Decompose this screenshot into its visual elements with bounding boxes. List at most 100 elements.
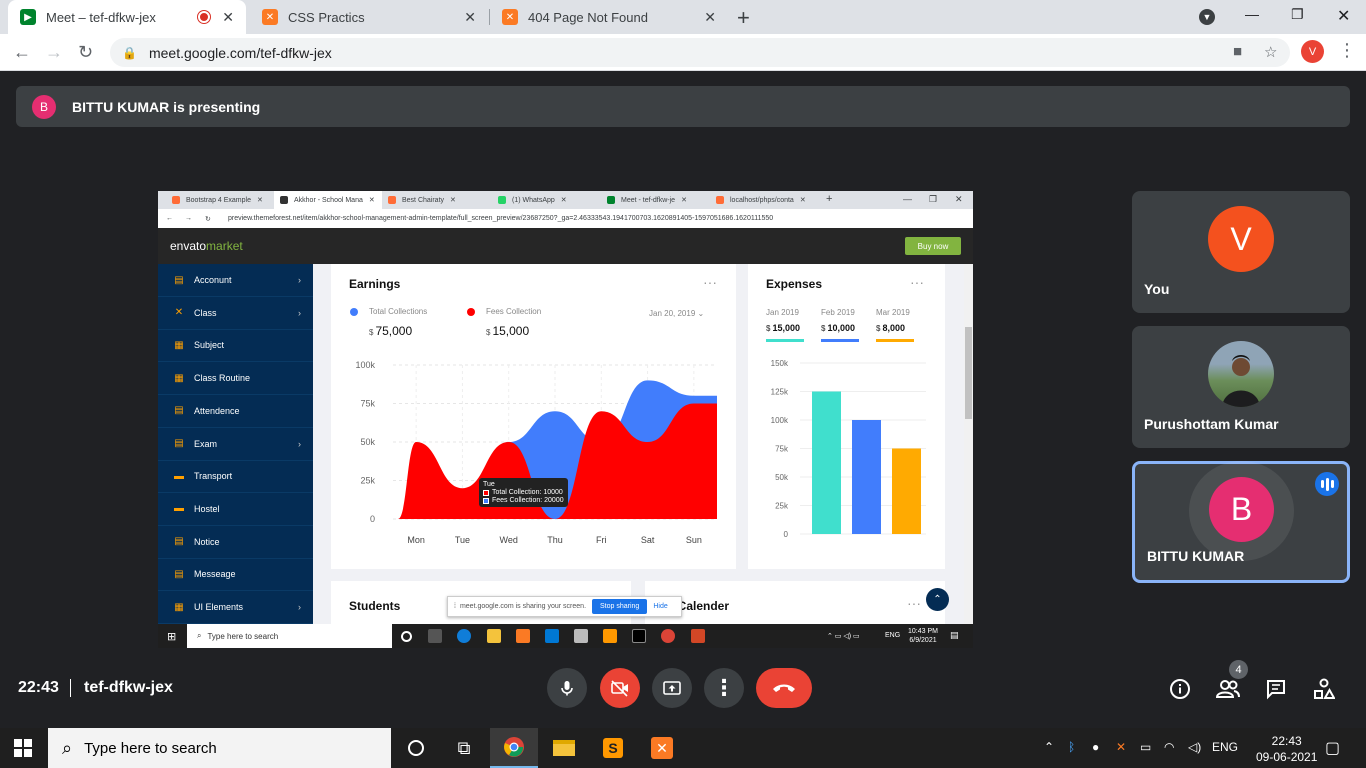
cortana-button[interactable] [392, 728, 440, 768]
person-silhouette-icon [1222, 355, 1260, 407]
people-button[interactable] [1215, 676, 1241, 702]
participant-tile-bittu[interactable]: B BITTU KUMAR [1132, 461, 1350, 583]
meeting-code: tef-dfkw-jex [84, 679, 173, 696]
minimize-button[interactable]: — [1245, 6, 1259, 22]
wifi-icon[interactable]: ◠ [1164, 740, 1174, 754]
tooltip-title: Tue [483, 481, 495, 488]
google-meet-icon: ▶ [20, 9, 36, 25]
buy-now-button: Buy now [905, 237, 961, 255]
shared-tab: Meet - tef-dfkw-je ✕ [601, 191, 707, 209]
sidebar-item-icon: ▦ [174, 372, 184, 384]
reload-icon[interactable]: ↻ [78, 42, 93, 63]
store-icon [574, 629, 588, 643]
tab-search-icon[interactable]: ▼ [1199, 9, 1215, 25]
x-tick-label: Fri [596, 535, 607, 545]
search-placeholder: Type here to search [207, 631, 279, 641]
chevron-right-icon: › [298, 602, 301, 612]
meeting-details-button[interactable] [1167, 676, 1193, 702]
shared-tab-title: Best Chairaty [402, 196, 445, 204]
sharing-notice: ⁞ meet.google.com is sharing your screen… [447, 596, 682, 617]
shared-address-bar: ← → ↻ preview.themeforest.net/item/akkho… [158, 209, 973, 228]
participant-count-badge: 4 [1229, 660, 1248, 679]
sidebar-item-label: Notice [194, 536, 220, 547]
notification-icon: ▤ [950, 630, 959, 640]
xampp-icon: ✕ [651, 737, 673, 759]
microphone-button[interactable] [547, 668, 587, 708]
participant-photo [1208, 341, 1274, 407]
restore-button[interactable]: ❐ [1291, 6, 1304, 23]
close-tab-icon[interactable]: ✕ [704, 9, 716, 26]
folder-icon [553, 740, 575, 756]
minimize-icon: — [903, 194, 912, 204]
system-clock[interactable]: 22:43 09-06-2021 [1256, 733, 1317, 765]
chat-button[interactable] [1263, 676, 1289, 702]
chrome-icon [504, 737, 524, 757]
close-tab-icon[interactable]: ✕ [464, 9, 476, 26]
leave-call-button[interactable] [756, 668, 812, 708]
tab-404[interactable]: ✕ 404 Page Not Found ✕ [490, 0, 728, 34]
participant-name: Purushottam Kumar [1144, 416, 1279, 432]
back-icon[interactable]: ← [13, 42, 31, 63]
sidebar-item-label: Hostel [194, 503, 220, 514]
tab-css-practics[interactable]: ✕ CSS Practics ✕ [250, 0, 488, 34]
lock-icon[interactable]: 🔒 [122, 46, 137, 60]
activities-button[interactable] [1311, 676, 1337, 702]
language-indicator: ENG [885, 632, 901, 639]
reload-icon: ↻ [205, 215, 211, 223]
tab-meet[interactable]: ▶ Meet – tef-dfkw-jex ✕ [8, 0, 246, 34]
volume-icon[interactable]: ◁) [1188, 740, 1201, 754]
forward-icon[interactable]: → [45, 42, 63, 63]
earnings-chart: 0 25k 50k 75k 100k Mon Tue Wed Thu Fri Sat Sun [355, 360, 717, 545]
tooltip-row: Total Collection: 10000 [483, 489, 564, 496]
close-icon: ✕ [799, 197, 806, 204]
sidebar-item-icon: ▤ [174, 568, 184, 580]
bluetooth-icon[interactable]: ᛒ [1068, 740, 1075, 754]
camera-off-button[interactable] [600, 668, 640, 708]
xampp-tray-icon[interactable]: ✕ [1116, 740, 1126, 754]
scrollbar-thumb [965, 327, 972, 419]
notification-center-icon[interactable]: ▢ [1325, 738, 1340, 758]
participant-tile-you[interactable]: V You [1132, 191, 1350, 313]
present-screen-button[interactable] [652, 668, 692, 708]
present-icon [663, 681, 681, 695]
xampp-icon: ✕ [502, 9, 518, 25]
participant-tile-purushottam[interactable]: Purushottam Kumar [1132, 326, 1350, 448]
sidebar-item-icon: ✕ [174, 307, 184, 319]
show-hidden-icons[interactable]: ⌃ [1044, 740, 1054, 754]
file-explorer-button[interactable] [540, 728, 588, 768]
envato-logo-market: market [206, 239, 243, 253]
meeting-clock: 22:43 [18, 679, 59, 696]
more-options-button[interactable]: ⋮ [704, 668, 744, 708]
close-window-button[interactable]: ✕ [1337, 6, 1350, 26]
recording-icon [198, 11, 211, 23]
shared-taskbar: ⊞ ⌕ Type here to search ⌃ ▭ ◁) ▭ ENG 10:4… [158, 624, 973, 648]
xampp-button[interactable]: ✕ [638, 728, 686, 768]
envato-logo-text: envato [170, 239, 207, 253]
x-tick-label: Wed [500, 535, 518, 545]
tab-title: Meet – tef-dfkw-jex [46, 9, 156, 25]
star-icon[interactable]: ☆ [1264, 43, 1277, 61]
task-view-button[interactable]: ⧉ [440, 728, 488, 768]
windows-start-button[interactable] [14, 739, 32, 757]
sidebar-item-label: UI Elements [194, 602, 244, 612]
browser-toolbar: ← → ↻ 🔒 meet.google.com/tef-dfkw-jex ■ ☆… [0, 34, 1366, 71]
new-tab-button[interactable]: + [737, 5, 750, 31]
battery-icon[interactable]: ▭ [1140, 740, 1151, 754]
mail-icon [545, 629, 559, 643]
shared-tab-title: Meet - tef-dfkw-je [621, 196, 676, 204]
language-indicator[interactable]: ENG [1212, 740, 1238, 754]
chrome-taskbar-button[interactable] [490, 728, 538, 768]
sidebar-item-label: Subject [194, 340, 225, 351]
microphone-tray-icon[interactable]: ● [1092, 740, 1099, 754]
address-bar[interactable]: 🔒 meet.google.com/tef-dfkw-jex [110, 38, 1290, 67]
sublime-text-button[interactable]: S [589, 728, 637, 768]
close-icon: ✕ [368, 197, 375, 204]
shared-screen: Bootstrap 4 Example ✕ Akkhor - School Man… [158, 191, 973, 648]
close-tab-icon[interactable]: ✕ [222, 9, 234, 26]
browser-tab-strip: ▶ Meet – tef-dfkw-jex ✕ ✕ CSS Practics ✕… [0, 0, 1366, 34]
taskbar-search[interactable]: ⌕ Type here to search [48, 728, 391, 768]
chrome-menu-icon[interactable]: ⋮ [1338, 40, 1356, 61]
profile-avatar[interactable]: V [1301, 40, 1324, 63]
time-text: 10:43 PM [908, 628, 938, 635]
camera-icon[interactable]: ■ [1233, 43, 1242, 60]
